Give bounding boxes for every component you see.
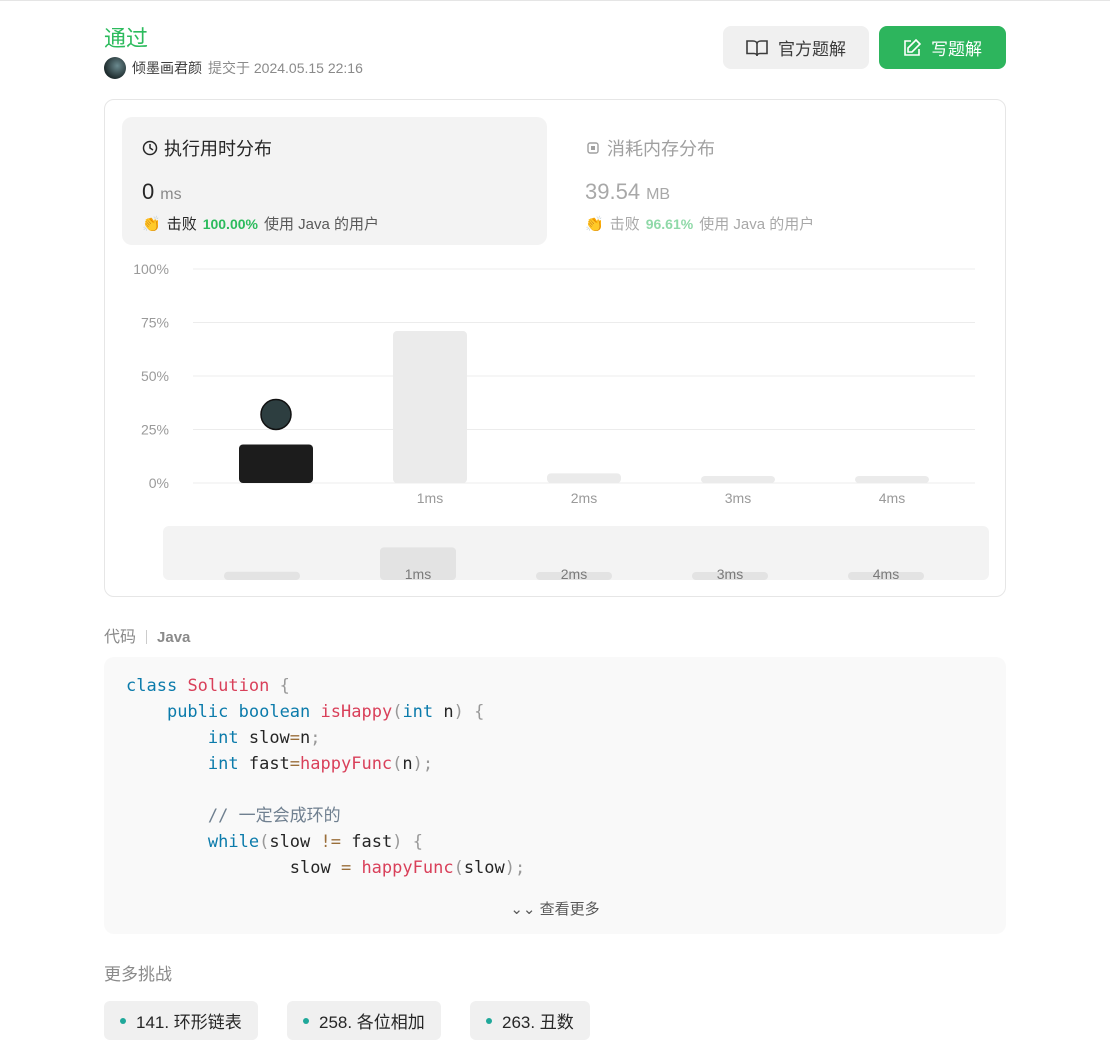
overview-tick-label: 1ms bbox=[405, 566, 431, 582]
challenge-label: 258. 各位相加 bbox=[319, 1013, 425, 1032]
memory-panel[interactable]: 消耗内存分布 39.54 MB 👏 击败 96.61% 使用 Java 的用户 bbox=[565, 117, 990, 245]
write-solution-label: 写题解 bbox=[931, 40, 982, 59]
language-name: Java bbox=[157, 629, 191, 646]
show-more-label: 查看更多 bbox=[539, 901, 600, 918]
beat-suffix: 使用 Java 的用户 bbox=[699, 216, 815, 233]
official-solution-label: 官方题解 bbox=[778, 40, 846, 59]
x-tick-label: 2ms bbox=[571, 490, 597, 506]
avatar[interactable] bbox=[104, 57, 126, 79]
show-more-button[interactable]: ⌄⌄ 查看更多 bbox=[104, 898, 1006, 919]
submission-meta: 倾墨画君颜 提交于 2024.05.15 22:16 bbox=[104, 57, 363, 79]
beat-suffix: 使用 Java 的用户 bbox=[263, 216, 380, 233]
more-challenges-title: 更多挑战 bbox=[104, 965, 172, 984]
runtime-unit: ms bbox=[160, 186, 182, 203]
bar bbox=[393, 331, 467, 483]
clock-icon bbox=[142, 140, 158, 156]
dot-icon bbox=[303, 1017, 309, 1024]
y-tick-label: 100% bbox=[133, 261, 169, 277]
y-tick-label: 50% bbox=[141, 368, 169, 384]
memory-title: 消耗内存分布 bbox=[607, 139, 715, 159]
status-title: 通过 bbox=[104, 26, 149, 51]
clap-icon: 👏 bbox=[585, 215, 604, 233]
runtime-distribution-chart: 0% 25% 50% 75% 100% 1ms 1ms 2ms 2ms 3ms 3ms 4ms 4ms bbox=[133, 261, 989, 582]
edit-icon bbox=[904, 38, 921, 56]
memory-unit: MB bbox=[646, 186, 671, 203]
x-tick-label: 1ms bbox=[417, 490, 443, 506]
beat-label: 击败 bbox=[609, 216, 640, 233]
y-tick-label: 0% bbox=[149, 475, 169, 491]
challenge-label: 263. 丑数 bbox=[502, 1013, 574, 1032]
challenge-tag[interactable]: 258. 各位相加 bbox=[287, 1001, 441, 1040]
username[interactable]: 倾墨画君颜 bbox=[132, 58, 202, 78]
challenge-tag[interactable]: 141. 环形链表 bbox=[104, 1001, 258, 1040]
x-tick-label: 4ms bbox=[879, 490, 905, 506]
code-label: 代码 bbox=[104, 629, 137, 646]
official-solution-button[interactable]: 官方题解 bbox=[723, 26, 869, 69]
memory-value: 39.54 bbox=[585, 179, 641, 204]
x-tick-label: 3ms bbox=[725, 490, 751, 506]
memory-beat-pct: 96.61% bbox=[645, 215, 694, 232]
user-avatar-marker bbox=[260, 398, 292, 431]
overview-tick-label: 4ms bbox=[873, 566, 899, 582]
runtime-title: 执行用时分布 bbox=[164, 139, 272, 159]
y-tick-label: 75% bbox=[141, 315, 169, 331]
bar bbox=[547, 473, 621, 483]
bar bbox=[855, 475, 929, 483]
overview-tick-label: 3ms bbox=[717, 566, 743, 582]
clap-icon: 👏 bbox=[142, 215, 161, 233]
runtime-panel[interactable]: 执行用时分布 0 ms 👏 击败 100.00% 使用 Java 的用户 bbox=[122, 117, 547, 245]
bar bbox=[239, 444, 313, 483]
code-language-label: 代码 Java bbox=[104, 623, 190, 647]
beat-label: 击败 bbox=[166, 216, 197, 233]
y-tick-label: 25% bbox=[141, 422, 169, 438]
overview-tick-label: 2ms bbox=[561, 566, 587, 582]
book-icon bbox=[746, 39, 768, 56]
overview-bar bbox=[224, 571, 300, 580]
runtime-value: 0 bbox=[142, 179, 155, 204]
dot-icon bbox=[486, 1017, 492, 1024]
runtime-beat-pct: 100.00% bbox=[202, 215, 258, 232]
challenge-tag[interactable]: 263. 丑数 bbox=[470, 1001, 590, 1040]
challenge-label: 141. 环形链表 bbox=[136, 1013, 242, 1032]
dot-icon bbox=[120, 1017, 126, 1024]
submitted-time: 提交于 2024.05.15 22:16 bbox=[208, 60, 363, 76]
write-solution-button[interactable]: 写题解 bbox=[879, 26, 1006, 69]
code-block[interactable]: class Solution { public boolean isHappy(… bbox=[104, 657, 1006, 934]
chip-icon bbox=[587, 142, 599, 154]
bar bbox=[701, 475, 775, 483]
